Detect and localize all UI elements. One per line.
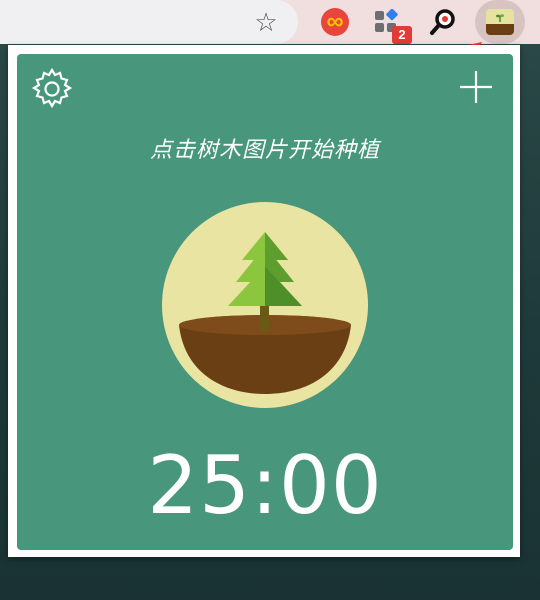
gear-icon[interactable] [29,66,75,112]
forest-panel: 点击树木图片开始种植 25:00 [17,54,513,550]
tree-icon [179,232,351,394]
plant-hint-text: 点击树木图片开始种植 [149,138,380,163]
infinity-icon: ∞ [321,8,349,36]
magnifier-icon [430,9,455,35]
forest-popup: 点击树木图片开始种植 25:00 [8,45,520,557]
infinity-extension-button[interactable]: ∞ [317,4,353,40]
extension-badge: 2 [392,26,412,44]
bookmark-star-icon[interactable]: ☆ [248,4,284,40]
forest-sprout-icon [486,9,514,35]
magnifier-extension-button[interactable] [424,4,460,40]
plus-icon[interactable] [458,69,494,105]
tree-plant-button[interactable] [162,202,368,408]
timer-display: 25:00 [147,439,383,532]
